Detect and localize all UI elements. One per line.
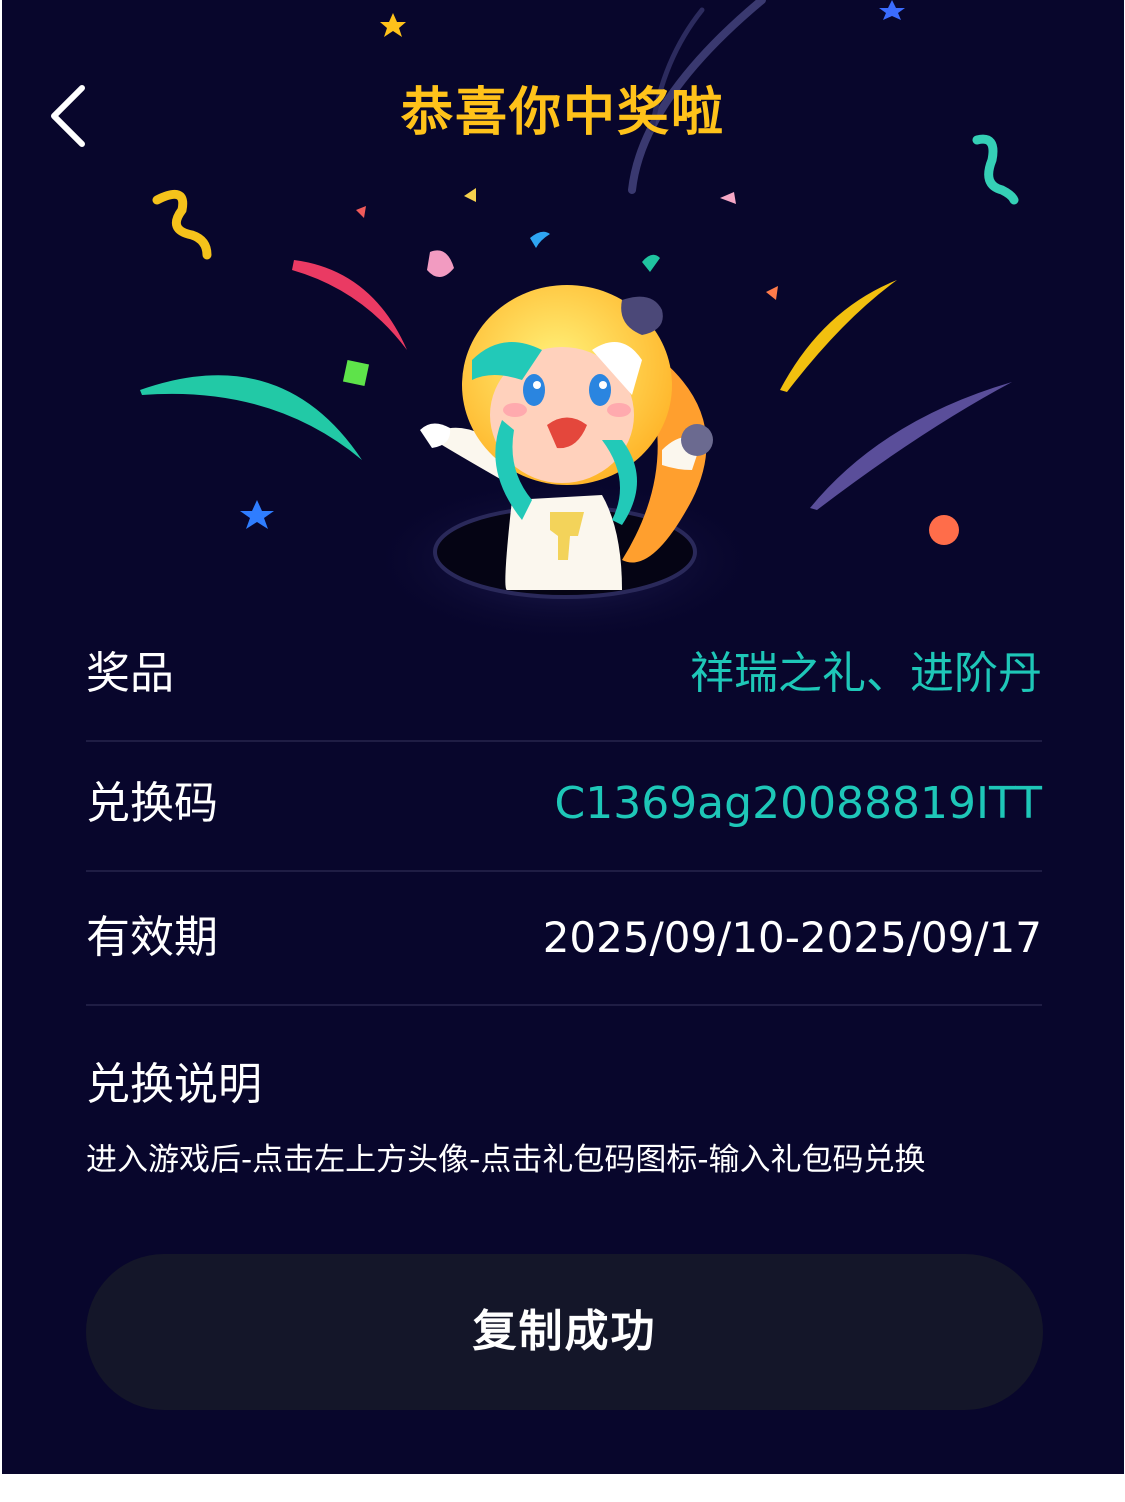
confetti-icon: [780, 280, 897, 392]
validity-value: 2025/09/10-2025/09/17: [542, 913, 1042, 962]
confetti-icon: [140, 375, 362, 460]
copy-button[interactable]: 复制成功: [86, 1254, 1043, 1410]
prize-row: 奖品 祥瑞之礼、进阶丹: [86, 608, 1042, 742]
redeem-code-label: 兑换码: [86, 778, 218, 829]
confetti-icon: [464, 188, 476, 202]
confetti-icon: [929, 515, 959, 545]
redeem-code-row: 兑换码 C1369ag20088819ITT: [86, 738, 1042, 872]
confetti-icon: [642, 254, 660, 272]
confetti-icon: [810, 382, 1012, 510]
instructions-text: 进入游戏后-点击左上方头像-点击礼包码图标-输入礼包码兑换: [86, 1142, 926, 1178]
star-icon: [879, 0, 905, 20]
confetti-icon: [342, 359, 370, 387]
instructions-title: 兑换说明: [86, 1059, 262, 1110]
confetti-icon: [152, 189, 212, 260]
prize-value: 祥瑞之礼、进阶丹: [690, 648, 1042, 699]
confetti-icon: [292, 260, 407, 350]
star-icon: [380, 13, 406, 37]
confetti-icon: [427, 250, 454, 278]
confetti-icon: [720, 192, 736, 204]
page-title: 恭喜你中奖啦: [400, 83, 725, 143]
confetti-icon: [356, 206, 366, 218]
prize-label: 奖品: [86, 648, 174, 699]
prize-screen: 恭喜你中奖啦 奖品 祥瑞之礼、进阶丹 兑换码 C1369ag20088819IT…: [2, 0, 1124, 1474]
redeem-code-value[interactable]: C1369ag20088819ITT: [554, 738, 1042, 870]
confetti-icon: [530, 231, 550, 248]
confetti-icon: [972, 134, 1019, 205]
validity-label: 有效期: [86, 912, 218, 963]
validity-row: 有效期 2025/09/10-2025/09/17: [86, 872, 1042, 1006]
star-icon: [240, 500, 274, 529]
confetti-icon: [766, 286, 778, 300]
